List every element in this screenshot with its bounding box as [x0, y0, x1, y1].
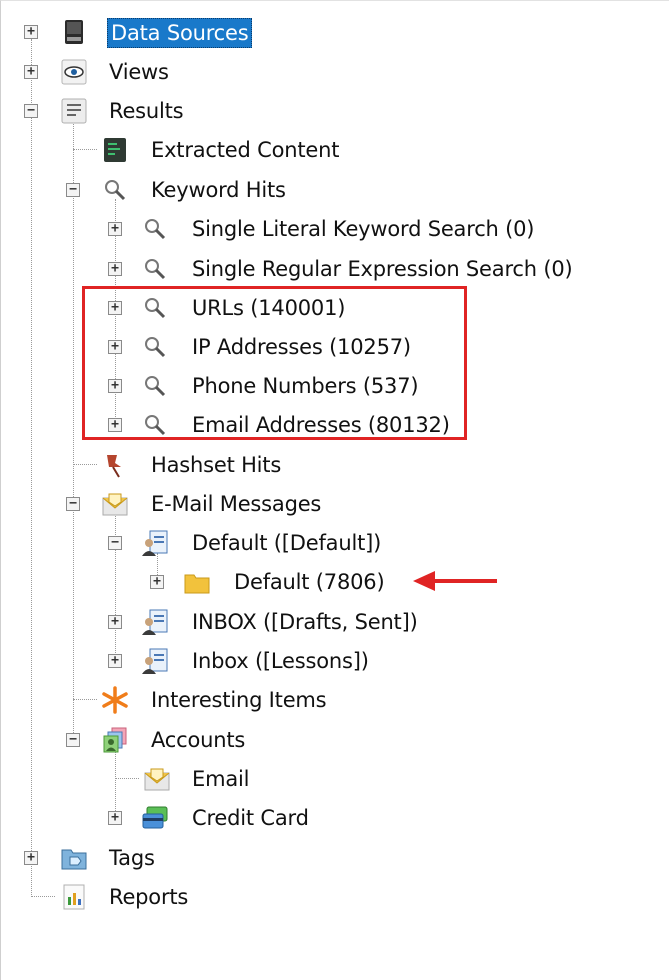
expand-toggle[interactable]: +	[24, 65, 38, 79]
extracted-content-icon	[101, 136, 129, 164]
tag-folder-icon	[60, 844, 88, 872]
expand-toggle[interactable]: +	[150, 575, 164, 589]
hard-drive-icon	[60, 18, 88, 46]
tree-connector	[73, 149, 97, 150]
collapse-toggle[interactable]: −	[24, 104, 38, 118]
user-card-icon	[141, 647, 169, 675]
credit-card-icon	[141, 804, 169, 832]
magnifier-icon	[141, 215, 169, 243]
expand-toggle[interactable]: +	[108, 811, 122, 825]
tree-connector	[73, 464, 97, 465]
magnifier-icon	[101, 176, 129, 204]
collapse-toggle[interactable]: −	[66, 733, 80, 747]
report-chart-icon	[60, 883, 88, 911]
tree-label: Single Regular Expression Search (0)	[192, 257, 573, 281]
tree-label: Results	[109, 99, 184, 123]
tree-label: Single Literal Keyword Search (0)	[192, 217, 535, 241]
expand-toggle[interactable]: +	[24, 25, 38, 39]
expand-toggle[interactable]: +	[24, 851, 38, 865]
tree-connector	[31, 896, 55, 897]
magnifier-icon	[141, 255, 169, 283]
results-tree: + Data Sources + Views − Results Extract…	[0, 0, 669, 980]
tree-label: Tags	[109, 846, 155, 870]
arrow-left-icon	[413, 571, 497, 591]
collapse-toggle[interactable]: −	[66, 497, 80, 511]
pushpin-icon	[101, 451, 129, 479]
tree-label: Views	[109, 60, 169, 84]
folder-icon	[183, 568, 211, 596]
tree-label: Reports	[109, 885, 189, 909]
tree-label: Default (7806)	[234, 570, 385, 594]
tree-connector	[115, 749, 116, 817]
tree-connector	[31, 39, 32, 897]
highlight-box	[82, 286, 467, 440]
envelope-icon	[143, 765, 171, 793]
tree-label: Keyword Hits	[151, 178, 286, 202]
tree-label: Default ([Default])	[192, 531, 382, 555]
tree-connector	[73, 699, 97, 700]
accounts-icon	[101, 726, 129, 754]
user-card-icon	[141, 529, 169, 557]
user-card-icon	[141, 608, 169, 636]
envelope-icon	[101, 490, 129, 518]
tree-label: Email	[192, 767, 250, 791]
tree-label: Interesting Items	[151, 688, 327, 712]
collapse-toggle[interactable]: −	[108, 536, 122, 550]
expand-toggle[interactable]: +	[108, 654, 122, 668]
tree-label: Extracted Content	[151, 138, 340, 162]
tree-label: Hashset Hits	[151, 453, 282, 477]
tree-label: E-Mail Messages	[151, 492, 322, 516]
expand-toggle[interactable]: +	[108, 262, 122, 276]
tree-label: INBOX ([Drafts, Sent])	[192, 610, 418, 634]
tree-connector	[73, 119, 74, 739]
eye-icon	[60, 58, 88, 86]
tree-label: Credit Card	[192, 806, 309, 830]
tree-label: Accounts	[151, 728, 246, 752]
tree-label: Inbox ([Lessons])	[192, 649, 369, 673]
expand-toggle[interactable]: +	[108, 615, 122, 629]
collapse-toggle[interactable]: −	[66, 183, 80, 197]
expand-toggle[interactable]: +	[108, 222, 122, 236]
report-page-icon	[60, 97, 88, 125]
tree-connector	[115, 778, 139, 779]
tree-label: Data Sources	[107, 18, 253, 48]
asterisk-icon	[101, 686, 129, 714]
